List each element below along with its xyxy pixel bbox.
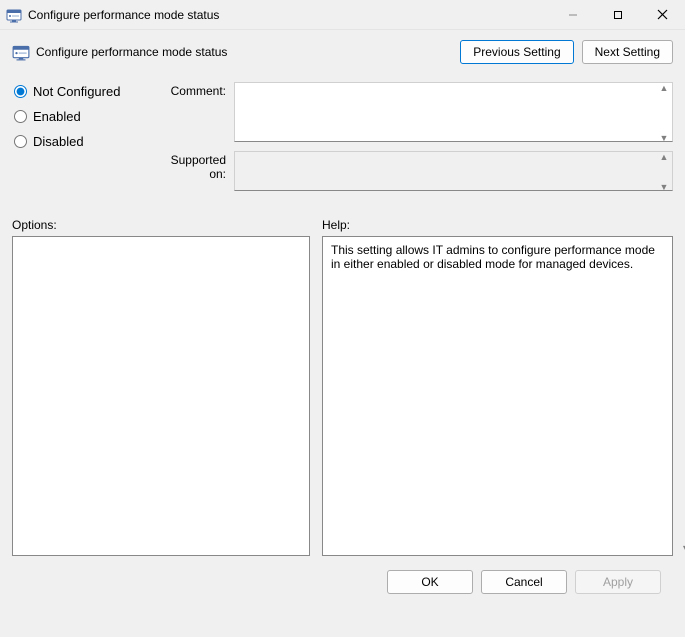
help-label: Help:	[322, 218, 350, 232]
apply-button[interactable]: Apply	[575, 570, 661, 594]
supported-input	[234, 151, 673, 191]
radio-disabled-label: Disabled	[33, 134, 84, 149]
window-controls	[550, 0, 685, 29]
fields: Comment: ▲ ▼ Supported on: ▲ ▼	[158, 82, 673, 200]
page-title: Configure performance mode status	[36, 45, 460, 59]
footer-buttons: OK Cancel Apply	[12, 556, 673, 594]
radio-not-configured-label: Not Configured	[33, 84, 120, 99]
radio-disabled[interactable]: Disabled	[14, 134, 142, 149]
upper-section: Not Configured Enabled Disabled Comment:…	[12, 82, 673, 200]
radio-disabled-input[interactable]	[14, 135, 27, 148]
radio-enabled-input[interactable]	[14, 110, 27, 123]
comment-label: Comment:	[158, 82, 234, 98]
radio-enabled[interactable]: Enabled	[14, 109, 142, 124]
options-label: Options:	[12, 218, 310, 232]
policy-setting-icon	[12, 43, 30, 61]
supported-wrap: ▲ ▼	[234, 151, 673, 194]
next-setting-button[interactable]: Next Setting	[582, 40, 673, 64]
radio-not-configured[interactable]: Not Configured	[14, 84, 142, 99]
minimize-button[interactable]	[550, 0, 595, 29]
header-row: Configure performance mode status Previo…	[12, 40, 673, 64]
supported-label: Supported on:	[158, 151, 234, 181]
options-panel	[12, 236, 310, 556]
supported-row: Supported on: ▲ ▼	[158, 151, 673, 194]
previous-setting-button[interactable]: Previous Setting	[460, 40, 573, 64]
help-text: This setting allows IT admins to configu…	[331, 243, 655, 271]
ok-button[interactable]: OK	[387, 570, 473, 594]
lower-panels: This setting allows IT admins to configu…	[12, 236, 673, 556]
comment-wrap: ▲ ▼	[234, 82, 673, 145]
lower-labels: Options: Help:	[12, 218, 673, 232]
content-area: Configure performance mode status Previo…	[0, 30, 685, 602]
scroll-down-icon: ▼	[681, 544, 685, 553]
comment-row: Comment: ▲ ▼	[158, 82, 673, 145]
radio-not-configured-input[interactable]	[14, 85, 27, 98]
maximize-button[interactable]	[595, 0, 640, 29]
help-panel: This setting allows IT admins to configu…	[322, 236, 673, 556]
comment-input[interactable]	[234, 82, 673, 142]
nav-buttons: Previous Setting Next Setting	[460, 40, 673, 64]
state-radios: Not Configured Enabled Disabled	[12, 82, 142, 159]
close-button[interactable]	[640, 0, 685, 29]
titlebar: Configure performance mode status	[0, 0, 685, 30]
cancel-button[interactable]: Cancel	[481, 570, 567, 594]
radio-enabled-label: Enabled	[33, 109, 81, 124]
window-title: Configure performance mode status	[28, 8, 550, 22]
policy-setting-icon	[6, 7, 22, 23]
